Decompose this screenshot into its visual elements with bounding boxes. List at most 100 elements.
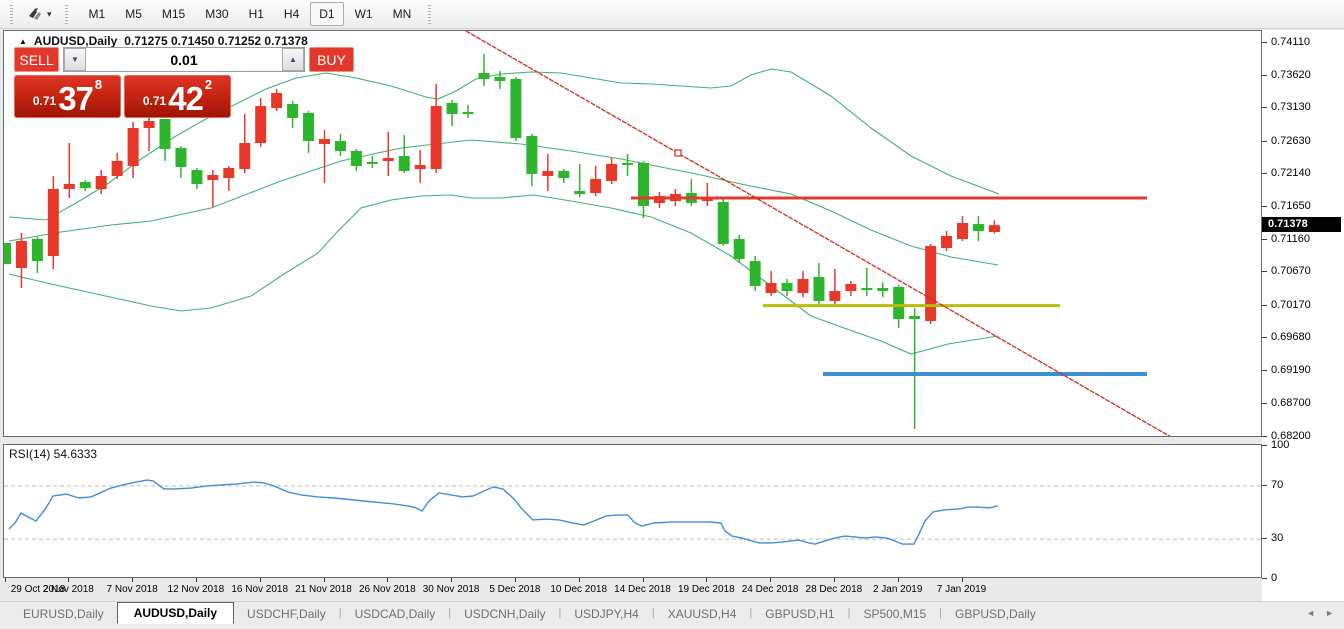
timeframe-m5-button[interactable]: M5 (116, 2, 151, 26)
candle-body (909, 316, 920, 319)
candle-body (782, 283, 793, 291)
price-axis-tick (1262, 436, 1267, 437)
timeframe-h1-button[interactable]: H1 (240, 2, 273, 26)
price-axis-tick (1262, 107, 1267, 108)
candle-body (112, 161, 123, 176)
chart-tab-audusd-daily[interactable]: AUDUSD,Daily (117, 602, 234, 624)
time-axis-label: 24 Dec 2018 (735, 584, 805, 595)
price-axis-tick (1262, 75, 1267, 76)
candle-body (893, 287, 904, 319)
price-axis-tick (1262, 337, 1267, 338)
time-axis-label: 28 Dec 2018 (799, 584, 869, 595)
candle-body (463, 112, 474, 114)
time-axis-label: 2 Jan 2019 (863, 584, 933, 595)
toolbar-gripper[interactable] (65, 5, 68, 24)
timeframe-h4-button[interactable]: H4 (275, 2, 308, 26)
timeframe-w1-button[interactable]: W1 (346, 2, 382, 26)
price-axis-label: 0.70670 (1271, 265, 1311, 277)
time-axis-tick (579, 578, 580, 582)
candle-body (175, 148, 186, 167)
chart-tab-xauusd-h4[interactable]: XAUUSD,H4 (655, 603, 750, 624)
price-axis-label: 0.72630 (1271, 135, 1311, 147)
time-axis-label: 5 Dec 2018 (480, 584, 550, 595)
timeframe-m30-button[interactable]: M30 (196, 2, 237, 26)
trendline-handle[interactable] (675, 150, 681, 156)
timeframe-mn-button[interactable]: MN (384, 2, 421, 26)
status-strip (0, 624, 1344, 629)
toolbar-gripper[interactable] (428, 5, 431, 24)
chart-tab-sp500-m15[interactable]: SP500,M15 (850, 603, 939, 624)
chart-pane[interactable]: ▲ AUDUSD,Daily 0.71275 0.71450 0.71252 0… (3, 30, 1262, 437)
chart-tab-eurusd-daily[interactable]: EURUSD,Daily (10, 603, 117, 624)
chart-tab-gbpusd-h1[interactable]: GBPUSD,H1 (752, 603, 847, 624)
rsi-pane[interactable]: RSI(14) 54.6333 (3, 444, 1262, 578)
time-axis-tick (962, 578, 963, 582)
candle-body (271, 93, 282, 108)
candle-body (941, 236, 952, 248)
time-axis-label: 14 Dec 2018 (608, 584, 678, 595)
current-price-box: 0.71378 (1262, 217, 1341, 232)
buy-price-big-digits: 42 (168, 85, 203, 112)
candle-body (335, 141, 346, 151)
candle-body (622, 163, 633, 165)
candle-body (925, 246, 936, 321)
rsi-axis-label: 100 (1271, 439, 1289, 451)
candle-body (973, 224, 984, 231)
chart-objects-icon (26, 7, 43, 21)
buy-price-prefix: 0.71 (143, 94, 166, 108)
timeframe-m1-button[interactable]: M1 (80, 2, 115, 26)
time-axis-tick (324, 578, 325, 582)
price-axis-tick (1262, 305, 1267, 306)
time-axis-tick (451, 578, 452, 582)
time-axis-label: 2 Nov 2018 (33, 584, 103, 595)
chart-tab-usdcad-daily[interactable]: USDCAD,Daily (342, 603, 449, 624)
chart-tab-gbpusd-daily[interactable]: GBPUSD,Daily (942, 603, 1049, 624)
time-axis-tick (706, 578, 707, 582)
price-axis-label: 0.71160 (1271, 233, 1310, 245)
candle-body (287, 104, 298, 118)
price-axis-label: 0.73620 (1271, 69, 1311, 81)
candle-body (48, 189, 59, 256)
chart-objects-button[interactable]: ▾ (20, 4, 58, 24)
candle-body (734, 239, 745, 259)
chart-tab-bar: EURUSD,DailyAUDUSD,DailyUSDCHF,Daily|USD… (0, 601, 1344, 624)
chart-tabs: EURUSD,DailyAUDUSD,DailyUSDCHF,Daily|USD… (10, 602, 1049, 624)
price-axis-tick (1262, 403, 1267, 404)
candle-body (383, 158, 394, 161)
main-toolbar: ▾ M1M5M15M30H1H4D1W1MN (0, 0, 1344, 29)
buy-price-panel[interactable]: 0.71 42 2 (124, 75, 231, 118)
volume-input[interactable] (86, 48, 282, 71)
candle-body (877, 288, 888, 291)
candle-body (431, 106, 442, 169)
timeframe-d1-button[interactable]: D1 (310, 2, 343, 26)
candle-body (510, 79, 521, 138)
candle-body (303, 113, 314, 141)
timeframe-m15-button[interactable]: M15 (153, 2, 194, 26)
candle-body (574, 191, 585, 194)
price-axis-label: 0.70170 (1271, 299, 1311, 311)
chart-tab-usdcnh-daily[interactable]: USDCNH,Daily (451, 603, 558, 624)
chart-tab-usdchf-daily[interactable]: USDCHF,Daily (234, 603, 339, 624)
candle-body (319, 139, 330, 144)
tab-scroll-right-icon[interactable]: ► (1325, 608, 1334, 618)
chart-tab-usdjpy-h4[interactable]: USDJPY,H4 (561, 603, 651, 624)
rsi-chart-canvas[interactable] (4, 445, 1261, 577)
price-axis-label: 0.71650 (1271, 200, 1311, 212)
sell-price-panel[interactable]: 0.71 37 8 (14, 75, 121, 118)
rsi-axis-tick (1262, 485, 1267, 486)
volume-increase-button[interactable]: ▲ (282, 48, 304, 71)
candle-body (479, 73, 490, 79)
time-axis[interactable]: 29 Oct 20182 Nov 20187 Nov 201812 Nov 20… (3, 578, 1262, 601)
toolbar-gripper[interactable] (10, 5, 13, 24)
time-axis-label: 30 Nov 2018 (416, 584, 486, 595)
price-axis[interactable]: 0.71378 0.741100.736200.731300.726300.72… (1262, 30, 1344, 601)
buy-button[interactable]: BUY (309, 47, 354, 72)
candle-body (798, 279, 809, 293)
tab-scroll-left-icon[interactable]: ◄ (1306, 608, 1315, 618)
price-axis-tick (1262, 141, 1267, 142)
timeframe-group: M1M5M15M30H1H4D1W1MN (79, 2, 422, 26)
sell-price-pipette: 8 (95, 77, 102, 92)
time-axis-label: 21 Nov 2018 (289, 584, 359, 595)
volume-decrease-button[interactable]: ▼ (64, 48, 86, 71)
sell-button[interactable]: SELL (14, 47, 59, 72)
